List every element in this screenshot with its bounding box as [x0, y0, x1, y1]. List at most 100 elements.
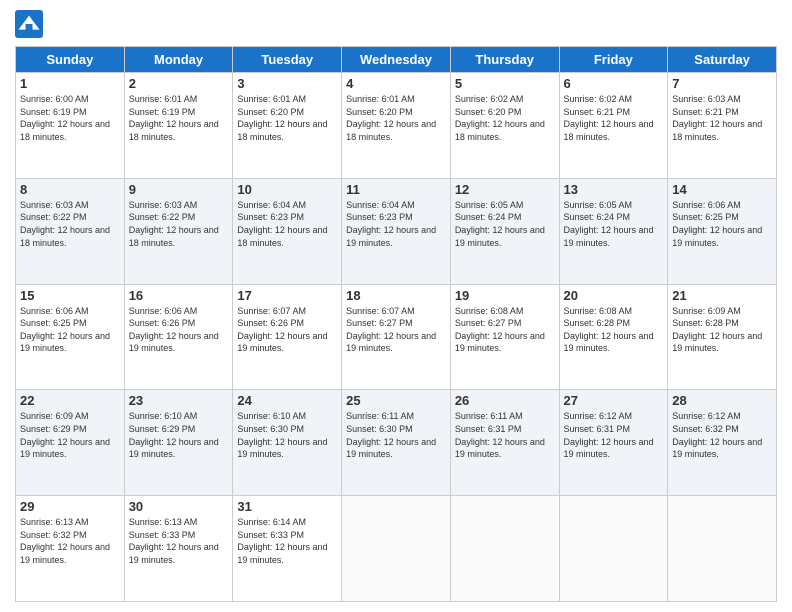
day-number: 28: [672, 393, 772, 408]
logo: [15, 10, 45, 38]
day-cell-18: 18Sunrise: 6:07 AMSunset: 6:27 PMDayligh…: [342, 284, 451, 390]
day-info: Sunrise: 6:13 AMSunset: 6:32 PMDaylight:…: [20, 516, 120, 566]
day-info: Sunrise: 6:02 AMSunset: 6:20 PMDaylight:…: [455, 93, 555, 143]
day-info: Sunrise: 6:04 AMSunset: 6:23 PMDaylight:…: [237, 199, 337, 249]
day-number: 7: [672, 76, 772, 91]
day-info: Sunrise: 6:09 AMSunset: 6:28 PMDaylight:…: [672, 305, 772, 355]
day-number: 18: [346, 288, 446, 303]
day-info: Sunrise: 6:07 AMSunset: 6:26 PMDaylight:…: [237, 305, 337, 355]
day-cell-28: 28 Sunrise: 6:12 AMSunset: 6:32 PMDayligh…: [668, 390, 777, 496]
day-number: 26: [455, 393, 555, 408]
day-cell-30: 30 Sunrise: 6:13 AMSunset: 6:33 PMDayligh…: [124, 496, 233, 602]
day-number: 9: [129, 182, 229, 197]
calendar-header-row: SundayMondayTuesdayWednesdayThursdayFrid…: [16, 47, 777, 73]
day-number: 13: [564, 182, 664, 197]
week-row-2: 8 Sunrise: 6:03 AMSunset: 6:22 PMDaylight…: [16, 178, 777, 284]
day-number: 5: [455, 76, 555, 91]
day-number: 11: [346, 182, 446, 197]
header: [15, 10, 777, 38]
day-info: Sunrise: 6:10 AMSunset: 6:29 PMDaylight:…: [129, 410, 229, 460]
day-cell-7: 7 Sunrise: 6:03 AMSunset: 6:21 PMDaylight…: [668, 73, 777, 179]
day-cell-4: 4 Sunrise: 6:01 AMSunset: 6:20 PMDaylight…: [342, 73, 451, 179]
day-info: Sunrise: 6:08 AMSunset: 6:27 PMDaylight:…: [455, 305, 555, 355]
day-info: Sunrise: 6:06 AMSunset: 6:26 PMDaylight:…: [129, 305, 229, 355]
day-number: 19: [455, 288, 555, 303]
day-number: 20: [564, 288, 664, 303]
day-cell-2: 2Sunrise: 6:01 AMSunset: 6:19 PMDaylight…: [124, 73, 233, 179]
day-cell-15: 15 Sunrise: 6:06 AMSunset: 6:25 PMDayligh…: [16, 284, 125, 390]
empty-cell: [450, 496, 559, 602]
day-header-saturday: Saturday: [668, 47, 777, 73]
day-info: Sunrise: 6:12 AMSunset: 6:31 PMDaylight:…: [564, 410, 664, 460]
calendar: SundayMondayTuesdayWednesdayThursdayFrid…: [15, 46, 777, 602]
day-info: Sunrise: 6:06 AMSunset: 6:25 PMDaylight:…: [20, 305, 120, 355]
day-cell-25: 25 Sunrise: 6:11 AMSunset: 6:30 PMDayligh…: [342, 390, 451, 496]
day-cell-19: 19 Sunrise: 6:08 AMSunset: 6:27 PMDayligh…: [450, 284, 559, 390]
day-number: 24: [237, 393, 337, 408]
logo-icon: [15, 10, 43, 38]
day-info: Sunrise: 6:09 AMSunset: 6:29 PMDaylight:…: [20, 410, 120, 460]
day-cell-14: 14 Sunrise: 6:06 AMSunset: 6:25 PMDayligh…: [668, 178, 777, 284]
day-header-thursday: Thursday: [450, 47, 559, 73]
day-number: 25: [346, 393, 446, 408]
day-number: 15: [20, 288, 120, 303]
day-info: Sunrise: 6:11 AMSunset: 6:31 PMDaylight:…: [455, 410, 555, 460]
day-cell-12: 12Sunrise: 6:05 AMSunset: 6:24 PMDayligh…: [450, 178, 559, 284]
day-number: 31: [237, 499, 337, 514]
day-header-wednesday: Wednesday: [342, 47, 451, 73]
day-number: 10: [237, 182, 337, 197]
day-cell-13: 13 Sunrise: 6:05 AMSunset: 6:24 PMDayligh…: [559, 178, 668, 284]
day-number: 29: [20, 499, 120, 514]
day-info: Sunrise: 6:03 AMSunset: 6:22 PMDaylight:…: [129, 199, 229, 249]
day-number: 27: [564, 393, 664, 408]
day-cell-9: 9 Sunrise: 6:03 AMSunset: 6:22 PMDaylight…: [124, 178, 233, 284]
day-number: 23: [129, 393, 229, 408]
week-row-1: 1 Sunrise: 6:00 AMSunset: 6:19 PMDaylight…: [16, 73, 777, 179]
day-info: Sunrise: 6:14 AMSunset: 6:33 PMDaylight:…: [237, 516, 337, 566]
day-cell-26: 26 Sunrise: 6:11 AMSunset: 6:31 PMDayligh…: [450, 390, 559, 496]
day-cell-29: 29 Sunrise: 6:13 AMSunset: 6:32 PMDayligh…: [16, 496, 125, 602]
day-info: Sunrise: 6:10 AMSunset: 6:30 PMDaylight:…: [237, 410, 337, 460]
day-header-tuesday: Tuesday: [233, 47, 342, 73]
day-number: 22: [20, 393, 120, 408]
day-number: 4: [346, 76, 446, 91]
day-cell-20: 20 Sunrise: 6:08 AMSunset: 6:28 PMDayligh…: [559, 284, 668, 390]
week-row-5: 29 Sunrise: 6:13 AMSunset: 6:32 PMDayligh…: [16, 496, 777, 602]
day-number: 6: [564, 76, 664, 91]
day-info: Sunrise: 6:05 AMSunset: 6:24 PMDaylight:…: [564, 199, 664, 249]
day-info: Sunrise: 6:01 AMSunset: 6:20 PMDaylight:…: [237, 93, 337, 143]
day-cell-8: 8 Sunrise: 6:03 AMSunset: 6:22 PMDaylight…: [16, 178, 125, 284]
day-number: 3: [237, 76, 337, 91]
day-number: 21: [672, 288, 772, 303]
day-cell-3: 3 Sunrise: 6:01 AMSunset: 6:20 PMDaylight…: [233, 73, 342, 179]
day-number: 17: [237, 288, 337, 303]
day-cell-11: 11 Sunrise: 6:04 AMSunset: 6:23 PMDayligh…: [342, 178, 451, 284]
day-cell-16: 16Sunrise: 6:06 AMSunset: 6:26 PMDayligh…: [124, 284, 233, 390]
day-info: Sunrise: 6:04 AMSunset: 6:23 PMDaylight:…: [346, 199, 446, 249]
day-info: Sunrise: 6:11 AMSunset: 6:30 PMDaylight:…: [346, 410, 446, 460]
day-info: Sunrise: 6:03 AMSunset: 6:22 PMDaylight:…: [20, 199, 120, 249]
day-info: Sunrise: 6:01 AMSunset: 6:20 PMDaylight:…: [346, 93, 446, 143]
day-number: 14: [672, 182, 772, 197]
day-cell-10: 10 Sunrise: 6:04 AMSunset: 6:23 PMDayligh…: [233, 178, 342, 284]
day-number: 30: [129, 499, 229, 514]
day-number: 2: [129, 76, 229, 91]
day-number: 8: [20, 182, 120, 197]
week-row-4: 22 Sunrise: 6:09 AMSunset: 6:29 PMDayligh…: [16, 390, 777, 496]
day-info: Sunrise: 6:06 AMSunset: 6:25 PMDaylight:…: [672, 199, 772, 249]
day-cell-21: 21 Sunrise: 6:09 AMSunset: 6:28 PMDayligh…: [668, 284, 777, 390]
day-info: Sunrise: 6:08 AMSunset: 6:28 PMDaylight:…: [564, 305, 664, 355]
day-cell-1: 1 Sunrise: 6:00 AMSunset: 6:19 PMDaylight…: [16, 73, 125, 179]
day-info: Sunrise: 6:13 AMSunset: 6:33 PMDaylight:…: [129, 516, 229, 566]
day-cell-17: 17 Sunrise: 6:07 AMSunset: 6:26 PMDayligh…: [233, 284, 342, 390]
day-info: Sunrise: 6:00 AMSunset: 6:19 PMDaylight:…: [20, 93, 120, 143]
day-cell-24: 24 Sunrise: 6:10 AMSunset: 6:30 PMDayligh…: [233, 390, 342, 496]
day-number: 1: [20, 76, 120, 91]
empty-cell: [559, 496, 668, 602]
day-cell-23: 23 Sunrise: 6:10 AMSunset: 6:29 PMDayligh…: [124, 390, 233, 496]
day-info: Sunrise: 6:03 AMSunset: 6:21 PMDaylight:…: [672, 93, 772, 143]
day-info: Sunrise: 6:12 AMSunset: 6:32 PMDaylight:…: [672, 410, 772, 460]
day-cell-5: 5 Sunrise: 6:02 AMSunset: 6:20 PMDaylight…: [450, 73, 559, 179]
day-header-friday: Friday: [559, 47, 668, 73]
day-cell-22: 22 Sunrise: 6:09 AMSunset: 6:29 PMDayligh…: [16, 390, 125, 496]
